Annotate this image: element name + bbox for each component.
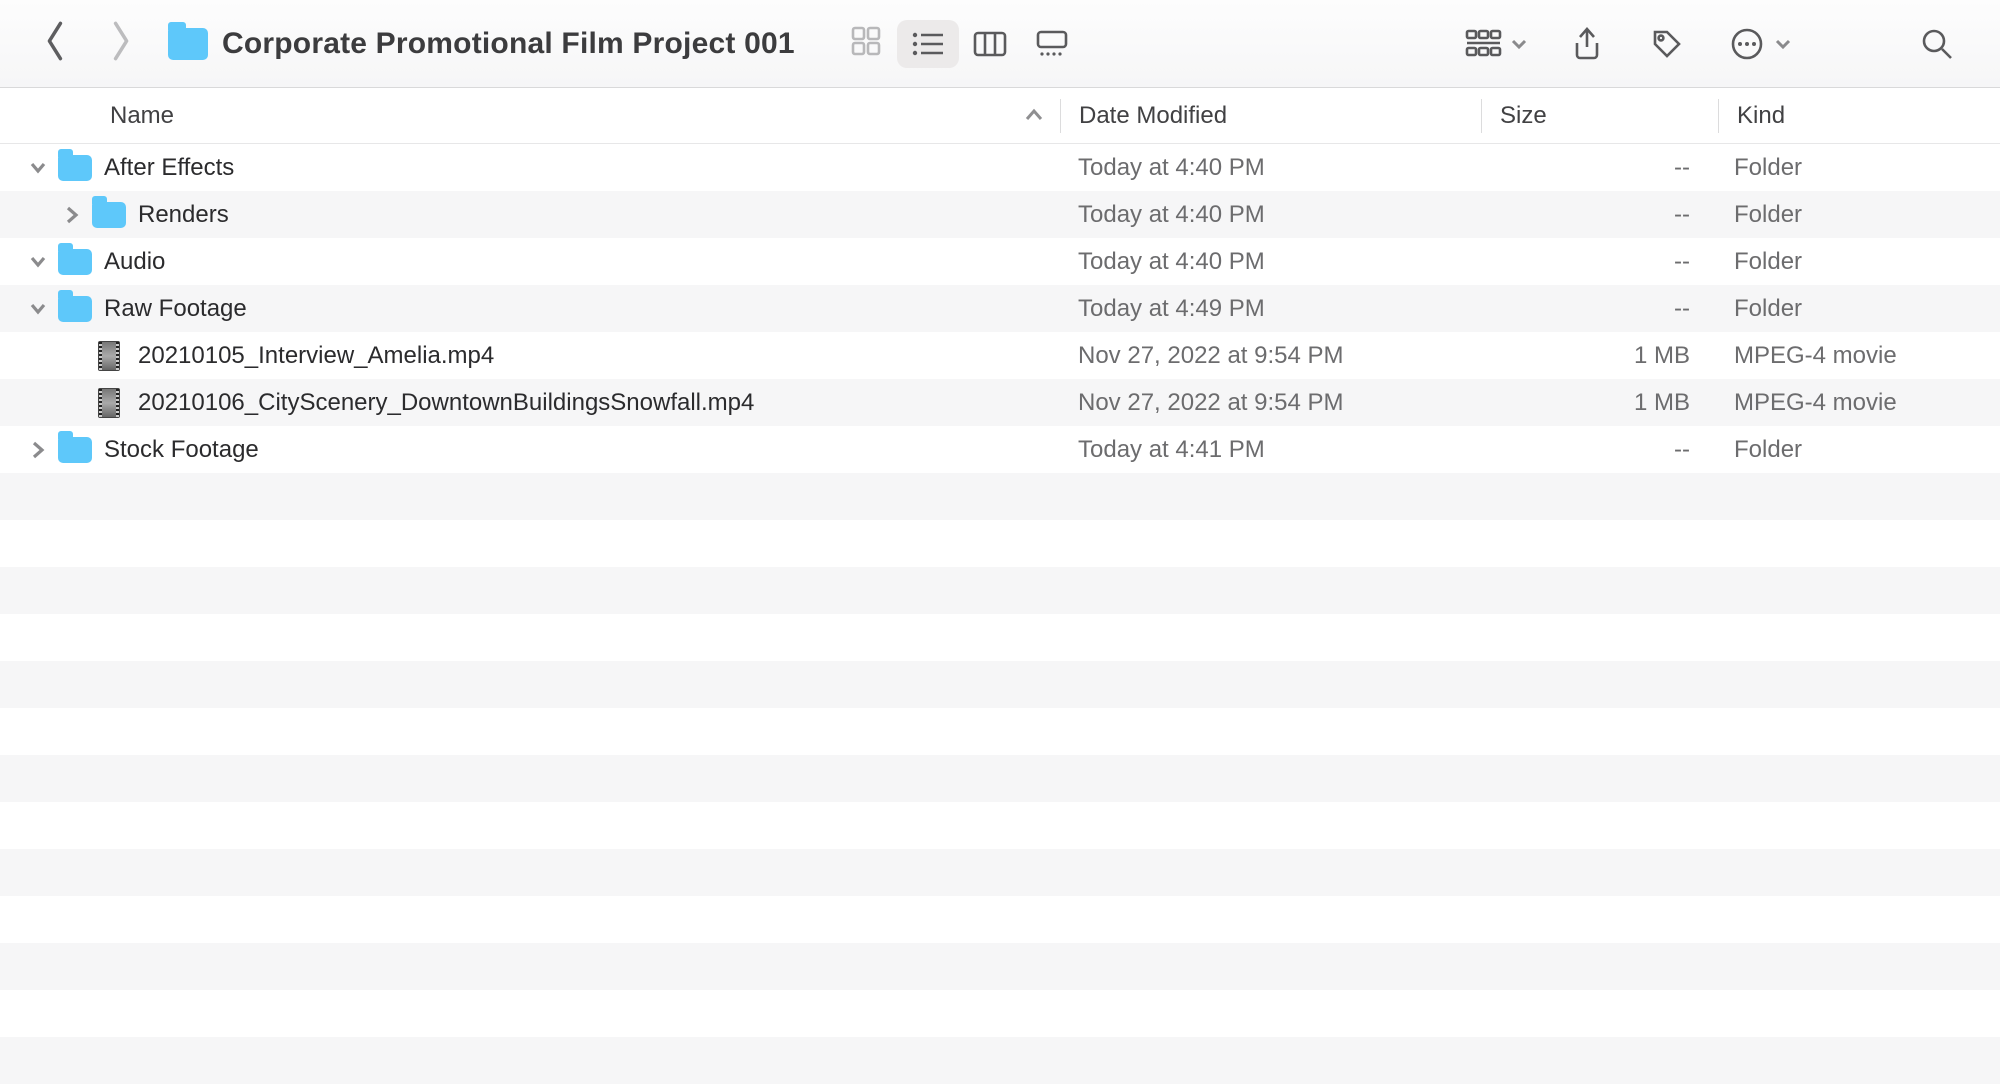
more-actions-button[interactable]	[1726, 23, 1792, 65]
nav-arrows	[42, 19, 134, 68]
group-by-button[interactable]	[1462, 23, 1528, 65]
file-size: 1 MB	[1480, 342, 1716, 370]
empty-row	[0, 990, 2000, 1037]
column-header-size[interactable]: Size	[1482, 102, 1718, 130]
column-header-date-modified[interactable]: Date Modified	[1061, 102, 1481, 130]
disclosure-down-icon[interactable]	[28, 252, 48, 272]
empty-row	[0, 896, 2000, 943]
file-size: --	[1480, 154, 1716, 182]
sort-ascending-icon	[1022, 104, 1046, 128]
file-row[interactable]: Stock Footage Today at 4:41 PM--Folder	[0, 426, 2000, 473]
file-size: 1 MB	[1480, 389, 1716, 417]
view-icons-button[interactable]	[835, 20, 897, 68]
column-label: Name	[110, 102, 174, 130]
disclosure-spacer	[62, 346, 82, 366]
folder-icon	[92, 201, 126, 229]
file-date-modified: Nov 27, 2022 at 9:54 PM	[1060, 342, 1480, 370]
file-kind: Folder	[1716, 201, 2000, 229]
folder-icon	[168, 28, 208, 60]
file-list: After EffectsToday at 4:40 PM--FolderRen…	[0, 144, 2000, 1089]
file-date-modified: Today at 4:40 PM	[1060, 154, 1480, 182]
file-name: 20210105_Interview_Amelia.mp4	[138, 342, 494, 370]
view-list-button[interactable]	[897, 20, 959, 68]
file-row[interactable]: Audio Today at 4:40 PM--Folder	[0, 238, 2000, 285]
view-columns-button[interactable]	[959, 20, 1021, 68]
chevron-down-icon	[1510, 35, 1528, 53]
file-date-modified: Today at 4:41 PM	[1060, 436, 1480, 464]
file-size: --	[1480, 295, 1716, 323]
disclosure-right-icon[interactable]	[28, 440, 48, 460]
ellipsis-circle-icon	[1726, 23, 1768, 65]
breadcrumb[interactable]: Corporate Promotional Film Project 001	[168, 27, 795, 61]
file-name: Stock Footage	[104, 436, 259, 464]
group-icon	[1462, 23, 1504, 65]
view-gallery-button[interactable]	[1021, 20, 1083, 68]
file-name: Raw Footage	[104, 295, 247, 323]
file-name: Audio	[104, 248, 165, 276]
video-file-icon	[98, 388, 120, 418]
empty-row	[0, 661, 2000, 708]
file-name: 20210106_CityScenery_DowntownBuildingsSn…	[138, 389, 754, 417]
file-name: After Effects	[104, 154, 234, 182]
back-button[interactable]	[42, 19, 70, 68]
share-button[interactable]	[1566, 23, 1608, 65]
toolbar: Corporate Promotional Film Project 001	[0, 0, 2000, 88]
folder-icon	[58, 436, 92, 464]
file-date-modified: Today at 4:40 PM	[1060, 201, 1480, 229]
empty-row	[0, 802, 2000, 849]
video-file-icon	[98, 341, 120, 371]
page-title: Corporate Promotional Film Project 001	[222, 27, 795, 61]
chevron-down-icon	[1774, 35, 1792, 53]
file-date-modified: Today at 4:40 PM	[1060, 248, 1480, 276]
file-name: Renders	[138, 201, 229, 229]
disclosure-spacer	[62, 393, 82, 413]
column-label: Date Modified	[1079, 102, 1227, 129]
column-label: Size	[1500, 102, 1547, 129]
disclosure-down-icon[interactable]	[28, 299, 48, 319]
column-header-kind[interactable]: Kind	[1719, 102, 2000, 130]
file-row[interactable]: Raw Footage Today at 4:49 PM--Folder	[0, 285, 2000, 332]
toolbar-actions	[1462, 23, 1958, 65]
folder-icon	[58, 248, 92, 276]
folder-icon	[58, 154, 92, 182]
file-kind: MPEG-4 movie	[1716, 389, 2000, 417]
disclosure-down-icon[interactable]	[28, 158, 48, 178]
empty-row	[0, 943, 2000, 990]
file-row[interactable]: Renders Today at 4:40 PM--Folder	[0, 191, 2000, 238]
file-size: --	[1480, 436, 1716, 464]
file-kind: Folder	[1716, 154, 2000, 182]
tags-button[interactable]	[1646, 23, 1688, 65]
file-kind: Folder	[1716, 436, 2000, 464]
file-date-modified: Today at 4:49 PM	[1060, 295, 1480, 323]
view-mode-group	[835, 20, 1083, 68]
empty-row	[0, 567, 2000, 614]
column-label: Kind	[1737, 102, 1785, 129]
empty-row	[0, 755, 2000, 802]
empty-row	[0, 1037, 2000, 1084]
empty-row	[0, 520, 2000, 567]
disclosure-right-icon[interactable]	[62, 205, 82, 225]
empty-row	[0, 849, 2000, 896]
empty-row	[0, 1084, 2000, 1089]
file-size: --	[1480, 201, 1716, 229]
column-headers: Name Date Modified Size Kind	[0, 88, 2000, 144]
empty-row	[0, 708, 2000, 755]
empty-row	[0, 473, 2000, 520]
forward-button[interactable]	[106, 19, 134, 68]
file-kind: MPEG-4 movie	[1716, 342, 2000, 370]
file-kind: Folder	[1716, 248, 2000, 276]
empty-row	[0, 614, 2000, 661]
column-header-name[interactable]: Name	[0, 102, 1060, 130]
file-date-modified: Nov 27, 2022 at 9:54 PM	[1060, 389, 1480, 417]
file-row[interactable]: 20210106_CityScenery_DowntownBuildingsSn…	[0, 379, 2000, 426]
folder-icon	[58, 295, 92, 323]
search-button[interactable]	[1916, 23, 1958, 65]
file-row[interactable]: 20210105_Interview_Amelia.mp4 Nov 27, 202…	[0, 332, 2000, 379]
file-kind: Folder	[1716, 295, 2000, 323]
file-row[interactable]: After Effects Today at 4:40 PM--Folder	[0, 144, 2000, 191]
file-size: --	[1480, 248, 1716, 276]
